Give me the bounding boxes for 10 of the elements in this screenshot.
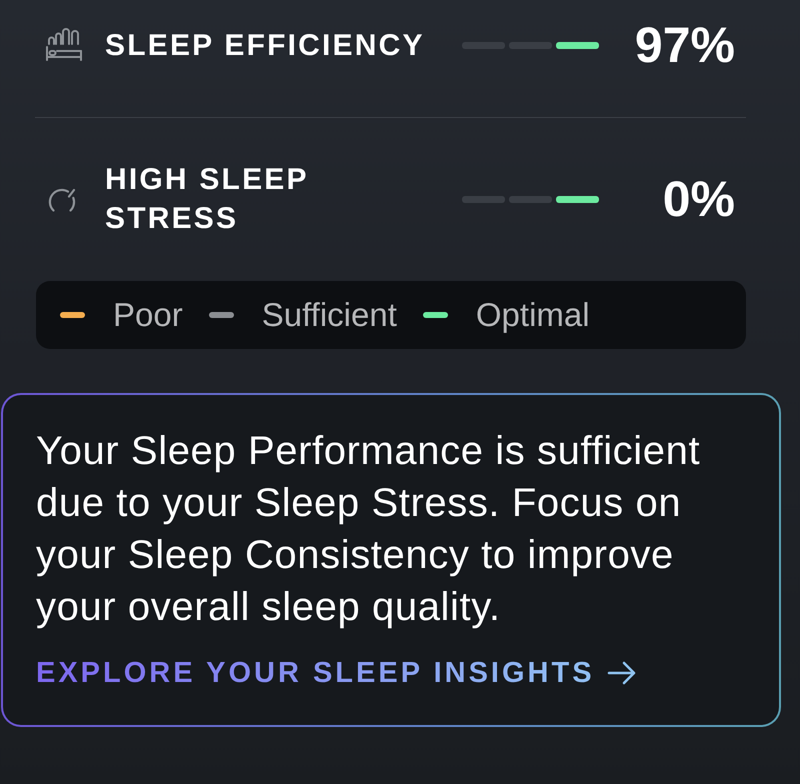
metric-value: 0% <box>662 171 735 227</box>
bed-chart-icon <box>45 28 83 62</box>
legend-label: Optimal <box>476 295 590 335</box>
metric-value: 97% <box>634 17 735 73</box>
arrow-icon <box>606 660 637 686</box>
legend-label: Poor <box>113 295 183 335</box>
legend-label: Sufficient <box>262 295 397 335</box>
metric-title: HIGH SLEEP STRESS <box>105 163 308 235</box>
metric-title: SLEEP EFFICIENCY <box>105 28 425 62</box>
insight-message: Your Sleep Performance is sufficient due to your Sleep Stress. Focus on your Sleep Consistency to improve your overall sleep quality. <box>36 428 702 631</box>
